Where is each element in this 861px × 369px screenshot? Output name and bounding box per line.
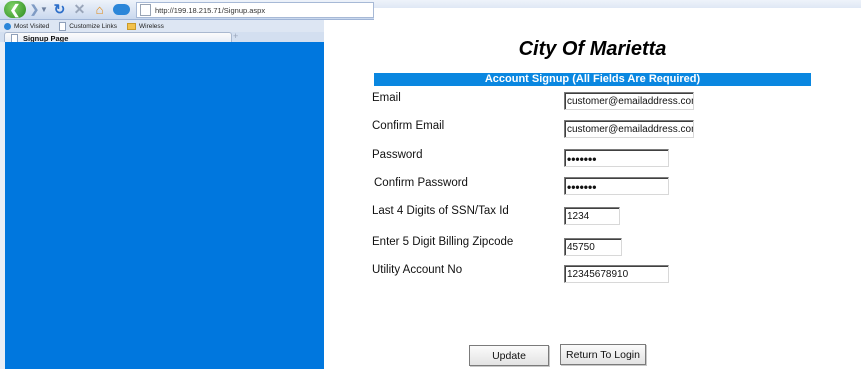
history-dropdown-icon[interactable]: ▼ bbox=[40, 2, 48, 17]
folder-icon bbox=[126, 22, 136, 30]
home-button[interactable]: ⌂ bbox=[92, 2, 107, 17]
browser-chrome: ❮ ❯ ▼ ↻ ✕ ⌂ http://199.18.215.71/Signup.… bbox=[0, 0, 861, 43]
form-header: Account Signup (All Fields Are Required) bbox=[374, 73, 811, 86]
account-number-label: Utility Account No bbox=[372, 264, 463, 276]
page-icon bbox=[140, 4, 151, 16]
ssn-label: Last 4 Digits of SSN/Tax Id bbox=[372, 205, 509, 217]
email-label: Email bbox=[372, 92, 401, 104]
bookmarks-toolbar: Most Visited Customize Links Wireless bbox=[0, 20, 324, 32]
toolbar-background bbox=[374, 0, 861, 8]
confirm-password-label: Confirm Password bbox=[374, 177, 468, 189]
bookmark-label: Wireless bbox=[138, 22, 164, 30]
page-title: City Of Marietta bbox=[518, 38, 667, 60]
most-visited-icon bbox=[4, 22, 11, 30]
confirm-password-field[interactable]: ••••••• bbox=[564, 177, 669, 195]
page-icon bbox=[59, 21, 67, 31]
bookmark-wireless[interactable]: Wireless bbox=[126, 22, 164, 30]
email-field[interactable]: customer@emailaddress.com bbox=[564, 92, 694, 110]
password-field[interactable]: ••••••• bbox=[564, 149, 669, 167]
bookmark-label: Most Visited bbox=[14, 22, 50, 30]
confirm-email-label: Confirm Email bbox=[372, 120, 445, 132]
tab-bar: Signup Page + bbox=[0, 32, 324, 43]
address-bar[interactable]: http://199.18.215.71/Signup.aspx bbox=[136, 2, 374, 18]
stop-button[interactable]: ✕ bbox=[72, 1, 87, 17]
bookmark-most-visited[interactable]: Most Visited bbox=[4, 22, 50, 30]
persona-icon bbox=[113, 4, 130, 15]
password-label: Password bbox=[372, 149, 423, 161]
ssn-field[interactable]: 1234 bbox=[564, 207, 620, 225]
confirm-email-field[interactable]: customer@emailaddress.com bbox=[564, 120, 694, 138]
new-tab-button[interactable]: + bbox=[233, 32, 238, 41]
navigation-toolbar: ❮ ❯ ▼ ↻ ✕ ⌂ http://199.18.215.71/Signup.… bbox=[0, 0, 374, 20]
account-number-field[interactable]: 12345678910 bbox=[564, 265, 669, 283]
zipcode-label: Enter 5 Digit Billing Zipcode bbox=[372, 236, 514, 248]
zipcode-field[interactable]: 45750 bbox=[564, 238, 622, 256]
bookmark-customize-links[interactable]: Customize Links bbox=[59, 21, 117, 31]
blue-sidebar-panel bbox=[5, 42, 324, 369]
reload-button[interactable]: ↻ bbox=[52, 1, 67, 17]
url-text[interactable]: http://199.18.215.71/Signup.aspx bbox=[155, 6, 265, 15]
update-button[interactable]: Update bbox=[469, 345, 549, 366]
return-to-login-button[interactable]: Return To Login bbox=[560, 344, 646, 365]
back-button[interactable]: ❮ bbox=[4, 1, 26, 18]
bookmark-label: Customize Links bbox=[69, 22, 117, 30]
